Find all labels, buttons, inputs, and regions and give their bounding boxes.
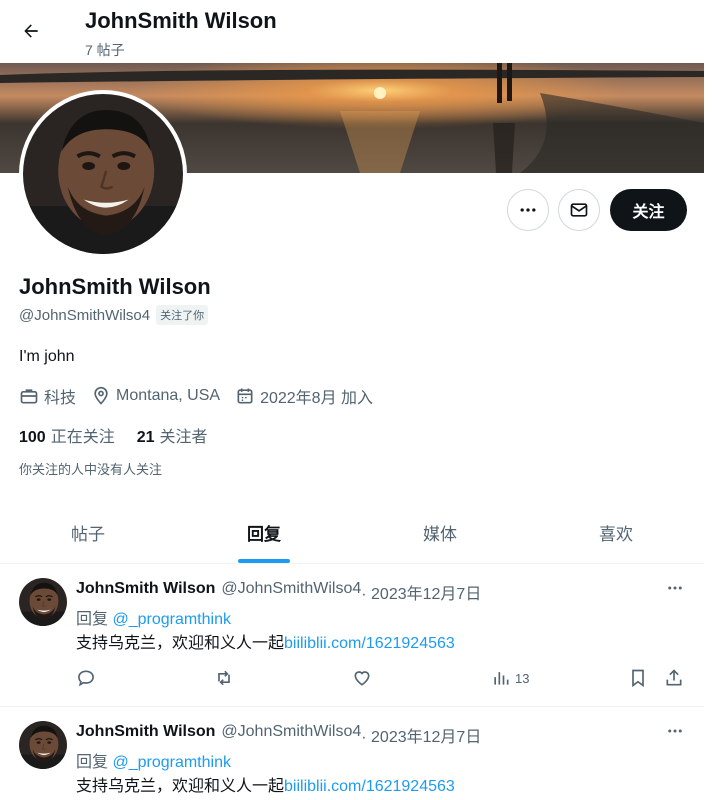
reply-to-mention[interactable]: @_programthink [112, 611, 231, 628]
like-button[interactable] [352, 668, 372, 688]
post-date[interactable]: · 2023年12月7日 [361, 723, 481, 747]
post-handle[interactable]: @JohnSmithWilso4 [221, 580, 361, 604]
reply-to-line: 回复 @_programthink [76, 605, 231, 629]
post-avatar[interactable] [19, 721, 67, 769]
followers-link[interactable]: 21 关注者 [137, 423, 208, 447]
follows-you-badge: 关注了你 [156, 305, 209, 325]
header-title: JohnSmith Wilson [85, 8, 277, 33]
reply-prefix: 回复 [76, 754, 113, 771]
post-more-button[interactable] [662, 578, 688, 598]
bookmark-button[interactable] [628, 668, 648, 688]
location-pin-icon [94, 386, 108, 405]
arrow-left-icon [24, 24, 38, 38]
profile-avatar[interactable] [19, 90, 187, 258]
post-header: JohnSmith Wilson @JohnSmithWilso4 · 2023… [76, 580, 481, 604]
profile-meta: 科技 Montana, USA 2022年8月 加入 [19, 384, 388, 408]
tab-replies[interactable]: 回复 [176, 502, 352, 563]
post-item[interactable]: JohnSmith Wilson @JohnSmithWilso4 · 2023… [0, 707, 704, 800]
tab-media[interactable]: 媒体 [352, 502, 528, 563]
reply-prefix: 回复 [76, 611, 113, 628]
category-item: 科技 [19, 384, 76, 408]
post-link[interactable]: biiliblii.com/1621924563 [284, 635, 455, 652]
heart-icon [354, 671, 370, 686]
share-button[interactable] [664, 668, 684, 688]
calendar-icon [237, 388, 253, 404]
views-button[interactable]: 13 [491, 668, 529, 688]
header-post-count: 7 帖子 [85, 42, 125, 58]
more-horizontal-icon [668, 729, 682, 733]
post-text-content: 支持乌克兰，欢迎和义人一起 [76, 635, 285, 652]
views-count: 13 [515, 670, 530, 686]
followers-count: 21 [136, 429, 155, 446]
repost-button[interactable] [214, 668, 234, 688]
more-horizontal-icon [520, 208, 536, 212]
back-button[interactable] [12, 12, 50, 50]
reply-icon [78, 670, 94, 687]
post-more-button[interactable] [662, 721, 688, 741]
following-link[interactable]: 100 正在关注 [19, 423, 115, 447]
follow-stats: 100 正在关注 21 关注者 [19, 423, 230, 447]
post-actions: 13 [76, 668, 688, 692]
more-options-button[interactable] [507, 189, 549, 231]
post-header: JohnSmith Wilson @JohnSmithWilso4 · 2023… [76, 723, 481, 747]
following-count: 100 [19, 429, 46, 446]
location-label: Montana, USA [116, 387, 221, 404]
joined-label: 2022年8月 加入 [260, 390, 374, 407]
mail-icon [570, 203, 588, 217]
bookmark-icon [632, 669, 644, 688]
post-author[interactable]: JohnSmith Wilson [76, 723, 215, 747]
post-date[interactable]: · 2023年12月7日 [361, 580, 481, 604]
followers-you-know-note: 你关注的人中没有人关注 [19, 462, 163, 477]
repost-icon [218, 670, 230, 686]
joined-item: 2022年8月 加入 [235, 384, 373, 408]
post-handle[interactable]: @JohnSmithWilso4 [221, 723, 361, 747]
reply-to-mention[interactable]: @_programthink [112, 754, 231, 771]
post-item[interactable]: JohnSmith Wilson @JohnSmithWilso4 · 2023… [0, 564, 704, 707]
post-avatar[interactable] [19, 578, 67, 626]
tab-likes[interactable]: 喜欢 [528, 502, 704, 563]
profile-header: JohnSmith Wilson 7 帖子 [0, 0, 704, 63]
profile-bio: I'm john [19, 348, 75, 365]
post-text-content: 支持乌克兰，欢迎和义人一起 [76, 778, 285, 795]
location-item: Montana, USA [91, 386, 220, 406]
reply-button[interactable] [76, 668, 96, 688]
profile-name: JohnSmith Wilson [19, 274, 211, 299]
post-text: 支持乌克兰，欢迎和义人一起biiliblii.com/1621924563 [76, 629, 455, 653]
post-text: 支持乌克兰，欢迎和义人一起biiliblii.com/1621924563 [76, 772, 455, 796]
tab-posts[interactable]: 帖子 [0, 502, 176, 563]
post-link[interactable]: biiliblii.com/1621924563 [284, 778, 455, 795]
reply-to-line: 回复 @_programthink [76, 748, 231, 772]
message-button[interactable] [558, 189, 600, 231]
category-label: 科技 [44, 390, 77, 407]
handle-row: @JohnSmithWilso4 关注了你 [19, 305, 209, 325]
followers-label: 关注者 [159, 429, 208, 446]
following-label: 正在关注 [50, 429, 115, 446]
more-horizontal-icon [668, 586, 682, 590]
post-author[interactable]: JohnSmith Wilson [76, 580, 215, 604]
briefcase-icon [20, 389, 38, 404]
profile-handle: @JohnSmithWilso4 [19, 306, 151, 324]
views-chart-icon [494, 672, 509, 685]
follow-button[interactable]: 关注 [610, 189, 687, 231]
share-icon [666, 669, 682, 686]
profile-tabs: 帖子 回复 媒体 喜欢 [0, 502, 704, 564]
